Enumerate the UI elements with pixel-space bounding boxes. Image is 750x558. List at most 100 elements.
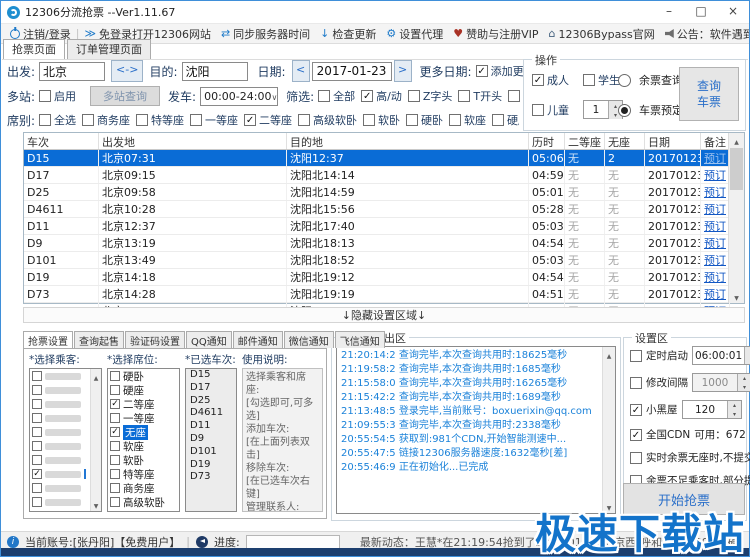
seat-filter-checkbox-5[interactable]: 高级软卧: [298, 112, 357, 128]
date-input[interactable]: [312, 62, 392, 81]
column-header-5[interactable]: 无座: [605, 133, 645, 149]
checkbox[interactable]: [32, 497, 42, 507]
tab-settings-4[interactable]: 邮件通知: [233, 331, 283, 348]
query-mode-0[interactable]: 余票查询: [618, 72, 683, 88]
column-header-7[interactable]: 备注: [701, 133, 730, 149]
checkbox[interactable]: [110, 371, 120, 381]
tab-settings-3[interactable]: QQ通知: [186, 331, 232, 348]
scroll-up-icon[interactable]: [729, 133, 744, 147]
student-checkbox[interactable]: 学生: [583, 72, 620, 88]
train-row[interactable]: D17北京09:15沈阳北14:1404:59无无20170123预订: [24, 167, 744, 184]
book-link[interactable]: 预订: [701, 201, 730, 217]
checkbox[interactable]: [408, 90, 420, 102]
column-header-0[interactable]: 车次: [24, 133, 99, 149]
depart-time-select[interactable]: 00:00-24:00: [200, 87, 278, 106]
query-mode-1[interactable]: 车票预定: [618, 102, 683, 118]
checkbox[interactable]: [110, 413, 120, 423]
book-link[interactable]: 预订: [701, 184, 730, 200]
train-row[interactable]: D25北京09:58沈阳北14:5905:01无无20170123预订: [24, 184, 744, 201]
selected-train-item[interactable]: D73: [186, 471, 236, 484]
selected-train-item[interactable]: D25: [186, 395, 236, 408]
seat-option-row[interactable]: 硬座: [108, 383, 179, 397]
checkbox[interactable]: [630, 350, 642, 362]
checkbox[interactable]: [110, 385, 120, 395]
filter-checkbox-2[interactable]: Z字头: [408, 88, 453, 104]
query-tickets-button[interactable]: 查询车票: [679, 67, 739, 121]
passenger-list-scrollbar[interactable]: [90, 369, 101, 511]
spin-down-icon[interactable]: [738, 383, 750, 392]
train-table-header[interactable]: 车次出发地目的地历时二等座无座日期备注: [24, 133, 744, 150]
checkbox[interactable]: ✓: [32, 469, 42, 479]
adult-checkbox[interactable]: ✓成人: [532, 72, 569, 88]
seat-option-row[interactable]: 硬卧: [108, 369, 179, 383]
setting-spinner[interactable]: 1000: [692, 373, 750, 392]
seat-option-row[interactable]: 特等座: [108, 467, 179, 481]
seat-option-row[interactable]: 一等座: [108, 411, 179, 425]
checkbox[interactable]: ✓: [532, 74, 544, 86]
scrollbar-thumb[interactable]: [730, 148, 743, 190]
toolbar-item-5[interactable]: ♥赞助与注册VIP: [448, 26, 543, 42]
toolbar-item-6[interactable]: ⌂12306Bypass官网: [544, 26, 660, 42]
seat-option-listbox[interactable]: 硬卧硬座✓二等座一等座✓无座软座软卧特等座商务座高级软卧: [107, 368, 180, 512]
scroll-up-icon[interactable]: [91, 369, 101, 383]
train-row[interactable]: D9北京13:19沈阳北18:1304:54无无20170123预订: [24, 235, 744, 252]
seat-option-row[interactable]: ✓二等座: [108, 397, 179, 411]
checkbox[interactable]: [492, 114, 504, 126]
checkbox[interactable]: [458, 90, 470, 102]
checkbox[interactable]: [82, 114, 94, 126]
swap-stations-button[interactable]: <->: [111, 60, 143, 82]
to-input[interactable]: [182, 62, 248, 81]
tab-settings-5[interactable]: 微信通知: [284, 331, 334, 348]
checkbox[interactable]: [110, 455, 120, 465]
checkbox[interactable]: ✓: [630, 429, 642, 441]
radio[interactable]: [618, 74, 631, 87]
toolbar-item-2[interactable]: ⇄同步服务器时间: [216, 26, 315, 42]
seat-filter-checkbox-8[interactable]: 软座: [449, 112, 486, 128]
selected-train-item[interactable]: D19: [186, 459, 236, 472]
seat-filter-checkbox-3[interactable]: 一等座: [190, 112, 238, 128]
toolbar-item-4[interactable]: ⚙设置代理: [381, 26, 448, 42]
selected-train-item[interactable]: D11: [186, 420, 236, 433]
checkbox[interactable]: [406, 114, 418, 126]
checkbox[interactable]: [110, 497, 120, 507]
checkbox[interactable]: [136, 114, 148, 126]
checkbox[interactable]: [32, 399, 42, 409]
child-count-spinner[interactable]: 1: [583, 100, 623, 119]
maximize-button[interactable]: □: [685, 1, 717, 23]
checkbox[interactable]: [532, 104, 544, 116]
selected-train-listbox[interactable]: D15D17D25D4611D11D9D101D19D73: [185, 368, 237, 512]
spin-down-icon[interactable]: [728, 410, 741, 419]
tab-settings-1[interactable]: 查询起售: [74, 331, 124, 348]
train-row[interactable]: D11北京12:37沈阳北17:4005:03无无20170123预订: [24, 218, 744, 235]
checkbox[interactable]: [190, 114, 202, 126]
train-row[interactable]: D4611北京10:28沈阳北15:5605:28无无20170123预订: [24, 201, 744, 218]
date-next-button[interactable]: >: [394, 60, 412, 82]
checkbox[interactable]: [630, 452, 642, 464]
seat-filter-checkbox-0[interactable]: 全选: [39, 112, 76, 128]
checkbox[interactable]: [32, 483, 42, 493]
scroll-up-icon[interactable]: [603, 347, 615, 361]
checkbox[interactable]: ✓: [110, 427, 120, 437]
book-link[interactable]: 预订: [701, 150, 730, 166]
checkbox[interactable]: ✓: [476, 65, 488, 77]
from-input[interactable]: [39, 62, 105, 81]
checkbox[interactable]: [32, 413, 42, 423]
tab-main-1[interactable]: 订单管理页面: [67, 39, 151, 59]
radio[interactable]: [618, 104, 631, 117]
checkbox[interactable]: [110, 483, 120, 493]
seat-filter-checkbox-1[interactable]: 商务座: [82, 112, 130, 128]
selected-train-item[interactable]: D9: [186, 433, 236, 446]
seat-option-row[interactable]: 商务座: [108, 481, 179, 495]
table-scrollbar[interactable]: [728, 133, 744, 303]
spin-up-icon[interactable]: [738, 374, 750, 383]
checkbox[interactable]: [39, 90, 51, 102]
toolbar-item-7[interactable]: 公告：软件遇到问题时，请看12306是否正常！: [660, 26, 749, 42]
book-link[interactable]: 预订: [701, 269, 730, 285]
checkbox[interactable]: [32, 371, 42, 381]
child-checkbox[interactable]: 儿童: [532, 102, 569, 118]
tab-settings-2[interactable]: 验证码设置: [125, 331, 185, 348]
seat-filter-checkbox-7[interactable]: 硬卧: [406, 112, 443, 128]
seat-filter-checkbox-6[interactable]: 软卧: [363, 112, 400, 128]
book-link[interactable]: 预订: [701, 235, 730, 251]
seat-filter-checkbox-9[interactable]: 硬座: [492, 112, 519, 128]
